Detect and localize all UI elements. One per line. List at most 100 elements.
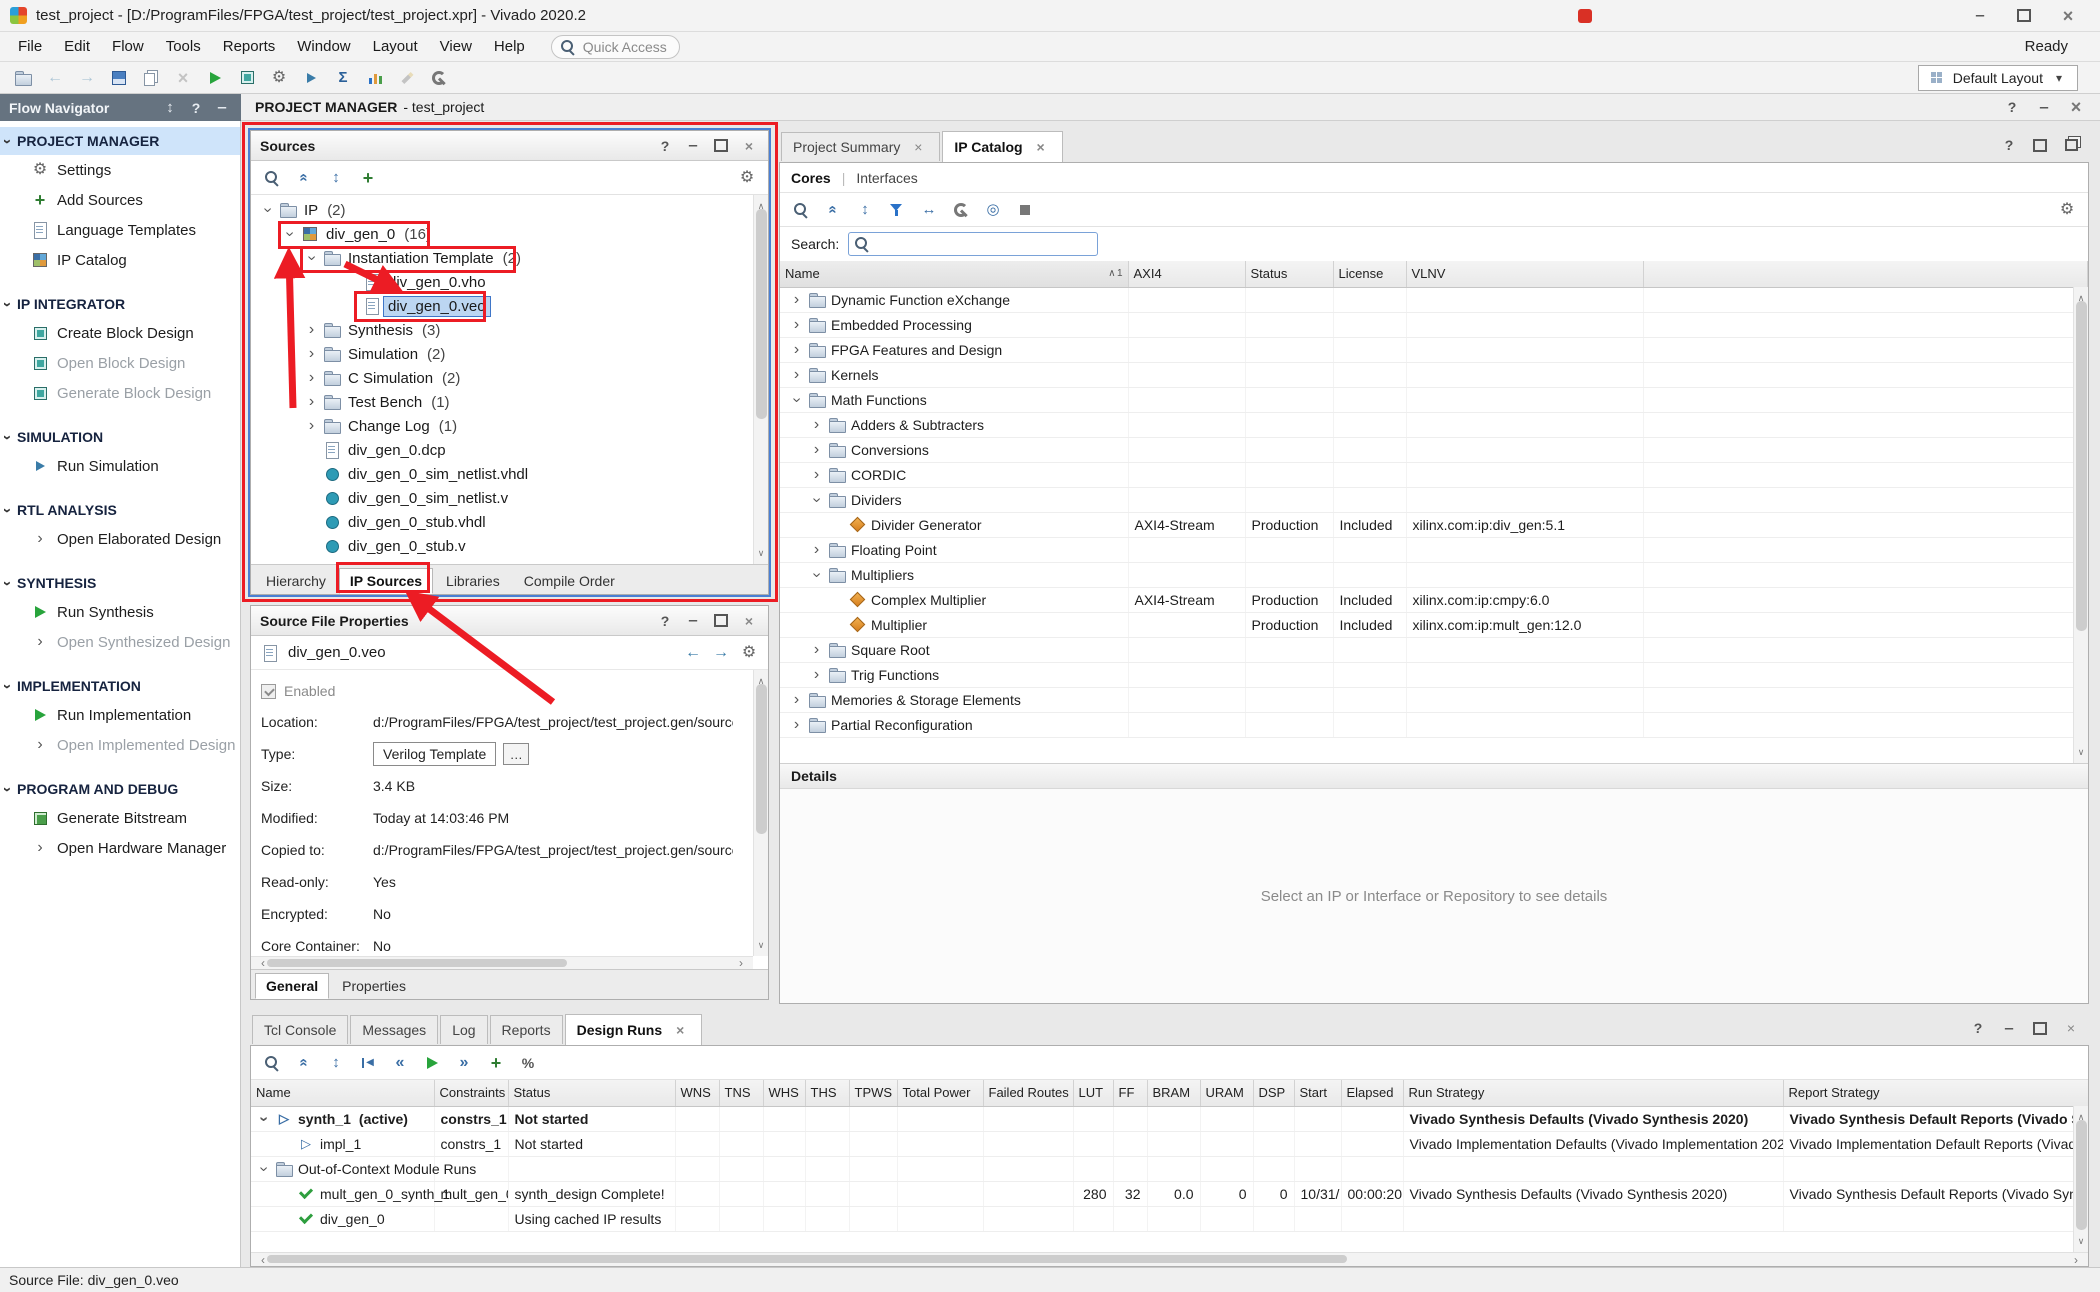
close-icon[interactable] [739, 136, 759, 156]
expander-icon[interactable] [808, 665, 825, 685]
expander-icon[interactable] [343, 296, 360, 316]
column-header[interactable]: Status [508, 1080, 675, 1106]
expander-icon[interactable] [788, 290, 805, 310]
minimize-icon[interactable] [212, 98, 232, 118]
ip-search-input[interactable] [848, 232, 1098, 256]
settings-gear-icon[interactable] [2052, 197, 2082, 223]
ip-catalog-row[interactable]: Divider Generator AXI4-Stream Production… [780, 512, 2088, 537]
flow-nav-entry[interactable]: Open Synthesized Design [0, 627, 240, 657]
column-header[interactable]: WHS [763, 1080, 805, 1106]
column-header[interactable]: Status [1245, 261, 1333, 287]
filter-icon[interactable] [882, 197, 912, 223]
maximize-icon[interactable] [2061, 135, 2081, 155]
help-icon[interactable] [655, 136, 675, 156]
source-tree-item[interactable]: div_gen_0_sim_netlist.vhdl [251, 462, 768, 486]
properties-tab[interactable]: General [255, 973, 329, 999]
ip-catalog-row[interactable]: Multipliers [780, 562, 2088, 587]
sources-tab[interactable]: Compile Order [513, 568, 626, 594]
collapse-icon[interactable] [2034, 97, 2054, 117]
vertical-scrollbar[interactable] [753, 195, 768, 564]
float-icon[interactable] [711, 611, 731, 631]
expander-icon[interactable] [281, 224, 298, 244]
browse-button[interactable] [503, 743, 529, 765]
help-icon[interactable] [1999, 135, 2019, 155]
save-icon[interactable] [104, 65, 134, 91]
menu-item[interactable]: Tools [156, 34, 211, 59]
go-to-start-icon[interactable] [353, 1050, 383, 1076]
expander-icon[interactable] [828, 590, 845, 610]
column-header[interactable]: THS [805, 1080, 849, 1106]
collapse-all-icon[interactable] [818, 197, 848, 223]
expander-icon[interactable] [303, 368, 320, 388]
expander-icon[interactable] [277, 1184, 294, 1204]
minimize-button[interactable] [1958, 1, 2002, 31]
expander-icon[interactable] [808, 565, 825, 585]
expand-all-icon[interactable] [850, 197, 880, 223]
expander-icon[interactable] [303, 512, 320, 532]
ip-catalog-row[interactable]: Multiplier Production Included xilinx.co… [780, 612, 2088, 637]
settings-gear-icon[interactable] [732, 165, 762, 191]
help-icon[interactable] [1968, 1018, 1988, 1038]
column-header[interactable]: BRAM [1147, 1080, 1200, 1106]
flow-nav-entry[interactable]: Language Templates [0, 215, 240, 245]
search-icon[interactable] [257, 165, 287, 191]
column-header[interactable]: URAM [1200, 1080, 1253, 1106]
results-tab[interactable]: Design Runs [565, 1014, 703, 1045]
settings-gear-icon[interactable] [739, 643, 759, 663]
expander-icon[interactable] [303, 440, 320, 460]
expander-icon[interactable] [303, 320, 320, 340]
close-tab-icon[interactable] [908, 137, 928, 157]
close-button[interactable] [2046, 1, 2090, 31]
sources-tab[interactable]: IP Sources [339, 568, 433, 594]
ip-catalog-row[interactable]: Square Root [780, 637, 2088, 662]
ip-catalog-row[interactable]: FPGA Features and Design [780, 337, 2088, 362]
column-header[interactable]: Name [251, 1080, 434, 1106]
float-icon[interactable] [2030, 135, 2050, 155]
scroll-thumb[interactable] [756, 209, 767, 419]
flow-nav-entry[interactable]: Open Implemented Design [0, 730, 240, 760]
flow-nav-entry[interactable]: Create Block Design [0, 318, 240, 348]
expand-collapse-icon[interactable] [160, 98, 180, 118]
vertical-scrollbar[interactable] [2073, 1106, 2088, 1252]
flow-nav-entry[interactable]: Open Elaborated Design [0, 524, 240, 554]
help-icon[interactable] [2002, 97, 2022, 117]
column-header[interactable]: FF [1113, 1080, 1147, 1106]
expander-icon[interactable] [788, 315, 805, 335]
expander-icon[interactable] [808, 540, 825, 560]
scroll-thumb[interactable] [267, 959, 567, 967]
menu-item[interactable]: Layout [363, 34, 428, 59]
scroll-thumb[interactable] [756, 684, 767, 834]
flow-nav-entry[interactable]: Settings [0, 155, 240, 185]
next-step-icon[interactable] [449, 1050, 479, 1076]
previous-step-icon[interactable] [385, 1050, 415, 1076]
percentage-icon[interactable] [513, 1050, 543, 1076]
layout-selector[interactable]: Default Layout [1918, 65, 2078, 91]
design-run-row[interactable]: synth_1 (active) constrs_1 Not started [251, 1106, 2088, 1131]
sources-tab[interactable]: Hierarchy [255, 568, 337, 594]
sum-icon[interactable] [328, 65, 358, 91]
column-header-name[interactable]: Name 1 [780, 261, 1128, 287]
ip-catalog-row[interactable]: CORDIC [780, 462, 2088, 487]
flow-nav-entry[interactable]: IP INTEGRATOR [0, 290, 240, 318]
flow-nav-entry[interactable]: Generate Block Design [0, 378, 240, 408]
column-header[interactable]: Elapsed [1341, 1080, 1403, 1106]
expander-icon[interactable] [303, 248, 320, 268]
maximize-button[interactable] [2002, 1, 2046, 31]
menu-item[interactable]: File [8, 34, 52, 59]
back-icon[interactable] [40, 65, 70, 91]
column-header[interactable]: TPWS [849, 1080, 897, 1106]
expander-icon[interactable] [828, 615, 845, 635]
menu-item[interactable]: View [430, 34, 482, 59]
flow-nav-entry[interactable]: SIMULATION [0, 423, 240, 451]
column-header[interactable]: DSP [1253, 1080, 1294, 1106]
column-header[interactable]: Run Strategy [1403, 1080, 1783, 1106]
close-icon[interactable] [739, 611, 759, 631]
ip-catalog-row[interactable]: Complex Multiplier AXI4-Stream Productio… [780, 587, 2088, 612]
source-tree-item[interactable]: div_gen_0_stub.vhdl [251, 510, 768, 534]
settings-gear-icon[interactable] [264, 65, 294, 91]
menu-item[interactable]: Window [287, 34, 360, 59]
ip-catalog-row[interactable]: Dynamic Function eXchange [780, 287, 2088, 312]
cores-tab[interactable]: Cores [791, 170, 831, 186]
create-run-icon[interactable] [481, 1050, 511, 1076]
target-icon[interactable] [978, 197, 1008, 223]
